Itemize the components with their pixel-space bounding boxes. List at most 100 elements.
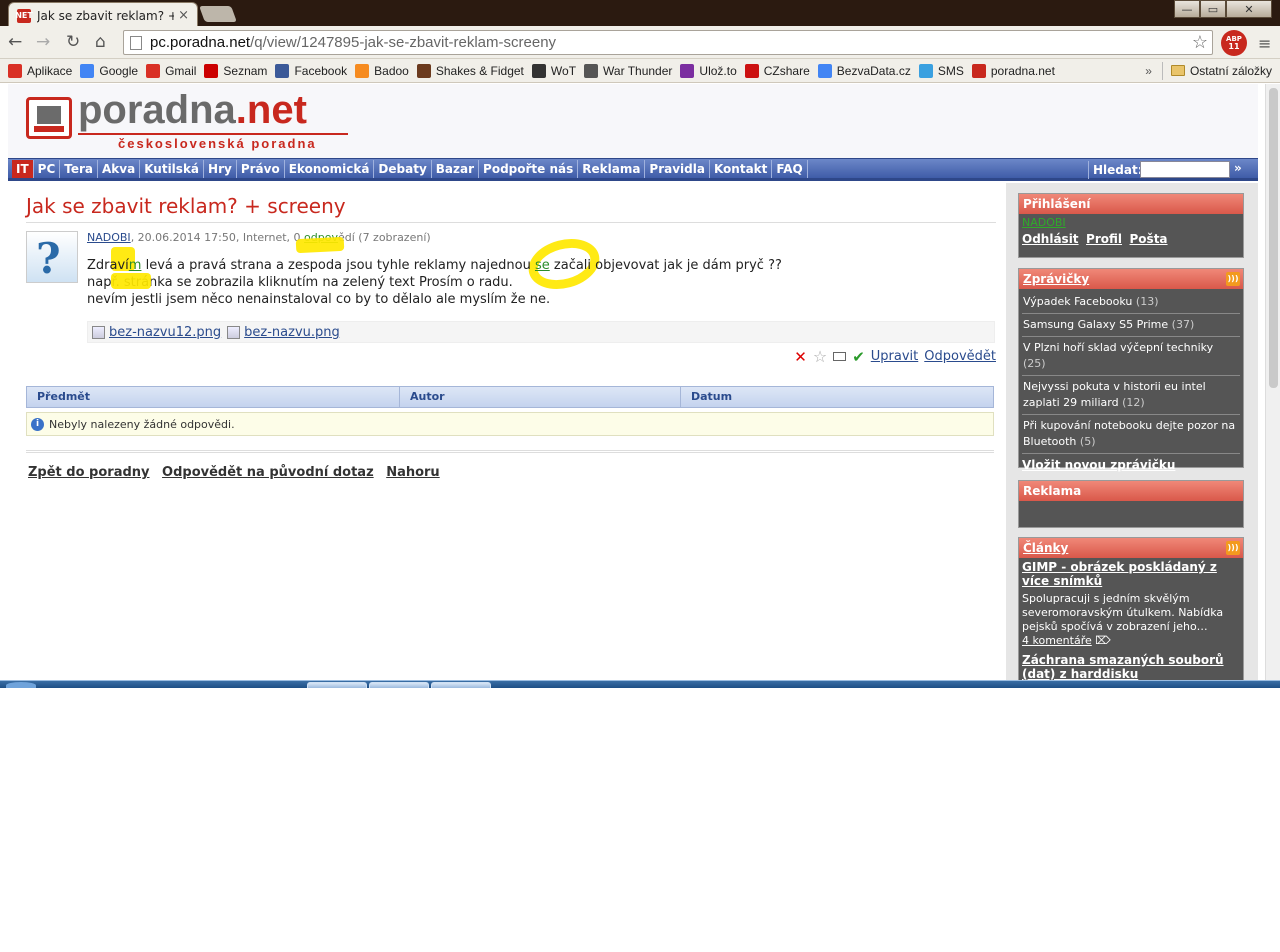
tab-close-icon[interactable]: ×: [178, 8, 189, 23]
news-widget: Zprávičky))) Výpadek Facebooku (13) Samsu…: [1018, 268, 1244, 472]
bookmark-7[interactable]: WoT: [531, 63, 576, 78]
adblock-plus-icon[interactable]: ABP 11: [1221, 30, 1247, 56]
nav-item-3[interactable]: Akva: [98, 159, 141, 178]
nav-item-8[interactable]: Debaty: [374, 159, 432, 178]
logout-link[interactable]: Odhlásit: [1022, 232, 1079, 246]
bottom-links: Zpět do poradny Odpovědět na původní dot…: [28, 465, 448, 480]
bookmark-5[interactable]: Badoo: [355, 63, 409, 78]
bookmark-1[interactable]: Google: [80, 63, 139, 78]
bookmark-6[interactable]: Shakes & Fidget: [416, 63, 524, 78]
nav-item-12[interactable]: Pravidla: [645, 159, 710, 178]
rss-icon[interactable]: ))): [1226, 272, 1240, 286]
green-ad-link-2[interactable]: se: [535, 258, 550, 273]
taskbar-skype-button[interactable]: [369, 682, 429, 688]
search-input[interactable]: [1140, 161, 1230, 178]
bookmark-12[interactable]: SMS: [918, 63, 964, 78]
back-arrow-icon[interactable]: ←: [8, 32, 22, 52]
empty-answers-message: i Nebyly nalezeny žádné odpovědi.: [26, 412, 994, 436]
nav-item-0[interactable]: IT: [12, 159, 34, 178]
article-comments-link[interactable]: 4 komentáře: [1022, 634, 1092, 647]
start-button[interactable]: [6, 682, 36, 688]
nav-item-14[interactable]: FAQ: [772, 159, 808, 178]
bookmark-9[interactable]: Ulož.to: [680, 63, 737, 78]
bookmark-label: Google: [99, 63, 139, 78]
avatar[interactable]: ?: [26, 231, 78, 283]
profile-link[interactable]: Profil: [1086, 232, 1122, 246]
page-scrollbar[interactable]: [1265, 84, 1280, 688]
nav-item-10[interactable]: Podpořte nás: [479, 159, 579, 178]
window-controls: — ▭ ✕: [1174, 0, 1272, 18]
bookmark-2[interactable]: Gmail: [146, 63, 196, 78]
logged-user-link[interactable]: NADOBI: [1022, 216, 1240, 229]
nav-item-5[interactable]: Hry: [204, 159, 237, 178]
reply-original-link[interactable]: Odpovědět na původní dotaz: [162, 465, 374, 480]
url-host: pc.poradna.net: [150, 34, 251, 51]
other-bookmarks-folder[interactable]: Ostatní záložky: [1170, 64, 1272, 78]
delete-x-icon[interactable]: ✕: [794, 348, 807, 366]
news-title-link[interactable]: Zprávičky: [1023, 272, 1089, 286]
attachment-link-1[interactable]: bez-nazvu12.png: [109, 325, 221, 340]
address-bar[interactable]: pc.poradna.net /q/view/1247895-jak-se-zb…: [123, 30, 1213, 55]
news-item-count: (25): [1023, 357, 1046, 370]
column-subject[interactable]: Předmět: [27, 387, 400, 407]
forward-arrow-icon[interactable]: →: [36, 32, 50, 52]
back-to-forum-link[interactable]: Zpět do poradny: [28, 465, 150, 480]
column-author[interactable]: Autor: [400, 387, 681, 407]
add-news-link[interactable]: Vložit novou zprávičku: [1022, 454, 1240, 472]
nav-item-6[interactable]: Právo: [237, 159, 285, 178]
new-tab-button[interactable]: [199, 6, 237, 22]
nav-item-4[interactable]: Kutilská: [140, 159, 205, 178]
nav-item-2[interactable]: Tera: [60, 159, 99, 178]
attachment-link-2[interactable]: bez-nazvu.png: [244, 325, 340, 340]
green-ad-link[interactable]: m: [129, 258, 142, 273]
taskbar-app-button[interactable]: [431, 682, 491, 688]
reply-link[interactable]: Odpovědět: [924, 349, 996, 364]
bookmark-4[interactable]: Facebook: [275, 63, 347, 78]
news-item[interactable]: V Plzni hoří sklad výčepní techniky (25): [1022, 337, 1240, 376]
browser-tab[interactable]: NET Jak se zbavit reklam? + scr ×: [8, 2, 198, 28]
mail-link[interactable]: Pošta: [1130, 232, 1168, 246]
favorite-star-icon[interactable]: ☆: [813, 347, 827, 366]
article-title-link[interactable]: GIMP - obrázek poskládaný z více snímků: [1022, 560, 1240, 588]
rss-icon[interactable]: ))): [1226, 541, 1240, 555]
nav-item-9[interactable]: Bazar: [432, 159, 480, 178]
bookmarks-overflow-button[interactable]: »: [1145, 64, 1152, 78]
chrome-menu-icon[interactable]: ≡: [1258, 34, 1271, 53]
bookmark-13[interactable]: poradna.net: [971, 63, 1055, 78]
home-icon[interactable]: ⌂: [95, 32, 106, 52]
check-icon[interactable]: ✔: [852, 348, 865, 366]
nav-item-7[interactable]: Ekonomická: [285, 159, 375, 178]
minimize-button[interactable]: —: [1174, 0, 1200, 18]
bookmark-star-icon[interactable]: ☆: [1192, 32, 1208, 53]
bookmark-11[interactable]: BezvaData.cz: [817, 63, 911, 78]
reload-icon[interactable]: ↻: [66, 32, 80, 52]
bookmark-8[interactable]: War Thunder: [584, 63, 672, 78]
bookmark-10[interactable]: CZshare: [744, 63, 810, 78]
scrollbar-thumb[interactable]: [1269, 88, 1278, 388]
news-item[interactable]: Při kupování notebooku dejte pozor na Bl…: [1022, 415, 1240, 454]
author-link[interactable]: NADOBI: [87, 231, 131, 244]
nav-item-13[interactable]: Kontakt: [710, 159, 773, 178]
edit-link[interactable]: Upravit: [871, 349, 918, 364]
news-item[interactable]: Samsung Galaxy S5 Prime (37): [1022, 314, 1240, 337]
page-icon: [130, 35, 142, 50]
site-logo[interactable]: poradna.net československá poradna: [26, 88, 348, 154]
nav-item-1[interactable]: PC: [34, 159, 61, 178]
nav-item-11[interactable]: Reklama: [578, 159, 646, 178]
column-date[interactable]: Datum: [681, 387, 993, 407]
maximize-button[interactable]: ▭: [1200, 0, 1226, 18]
close-window-button[interactable]: ✕: [1226, 0, 1272, 18]
news-item[interactable]: Výpadek Facebooku (13): [1022, 291, 1240, 314]
article-title-link[interactable]: Záchrana smazaných souborů (dat) z hardd…: [1022, 653, 1240, 681]
bookmark-0[interactable]: Aplikace: [8, 63, 72, 78]
mail-icon[interactable]: [833, 352, 847, 361]
sidebar: Přihlášení NADOBI Odhlásit Profil Pošta …: [1006, 183, 1258, 688]
search-submit-button[interactable]: »: [1234, 161, 1242, 175]
main-content: Jak se zbavit reklam? + screeny ? NADOBI…: [26, 194, 996, 480]
news-item[interactable]: Nejvyssi pokuta v historii eu intel zapl…: [1022, 376, 1240, 415]
bookmark-3[interactable]: Seznam: [204, 63, 267, 78]
articles-title-link[interactable]: Články: [1023, 541, 1068, 555]
taskbar-chrome-button[interactable]: [307, 682, 367, 688]
top-link[interactable]: Nahoru: [386, 465, 440, 480]
comments-icon: ⌦: [1091, 634, 1111, 647]
